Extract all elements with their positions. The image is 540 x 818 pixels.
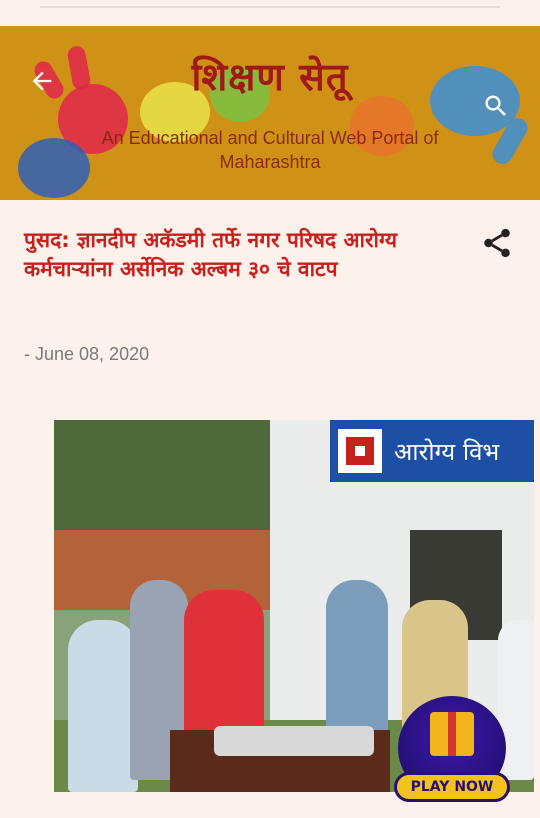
play-now-ad-button[interactable]: PLAY NOW (394, 696, 510, 806)
play-now-label: PLAY NOW (394, 772, 510, 802)
share-button[interactable] (480, 226, 514, 260)
photo-signboard: आरोग्य विभ (330, 420, 534, 482)
blog-subtitle: An Educational and Cultural Web Portal o… (101, 128, 439, 172)
post-title[interactable]: पुसद: ज्ञानदीप अकॅडमी तर्फे नगर परिषद आर… (24, 226, 444, 284)
post-date: - June 08, 2020 (24, 344, 150, 364)
blog-title[interactable]: शिक्षण सेतू (0, 50, 540, 102)
bank-logo-icon (338, 429, 382, 473)
search-button[interactable] (476, 86, 516, 126)
top-divider (0, 0, 540, 26)
signboard-text: आरोग्य विभ (394, 437, 500, 466)
photo-packets (214, 726, 374, 756)
share-icon (484, 228, 510, 258)
search-icon (485, 95, 506, 116)
blog-header-banner: शिक्षण सेतू An Educational and Cultural … (0, 26, 540, 200)
photo-person (68, 620, 138, 792)
gift-icon (430, 712, 474, 756)
